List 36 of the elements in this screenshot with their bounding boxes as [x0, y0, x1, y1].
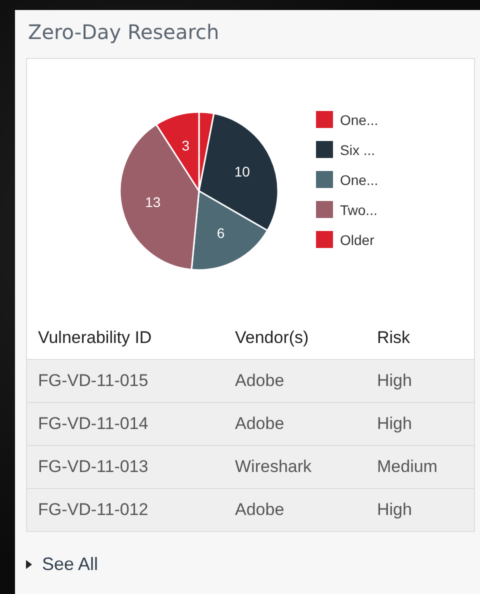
- slice-label: 3: [182, 138, 190, 154]
- table-cell: FG-VD-11-014: [38, 414, 148, 434]
- table-cell: High: [377, 500, 412, 520]
- table-cell: High: [377, 371, 412, 391]
- table-cell: Adobe: [235, 371, 284, 391]
- table-cell: Wireshark: [235, 457, 312, 477]
- legend-swatch: [316, 111, 333, 128]
- table-row[interactable]: FG-VD-11-015 Adobe High: [27, 359, 474, 402]
- legend-label: Six ...: [340, 142, 376, 158]
- legend-label: Two...: [340, 202, 378, 218]
- legend-swatch: [316, 201, 333, 218]
- table-row[interactable]: FG-VD-11-012 Adobe High: [27, 488, 474, 531]
- legend-swatch: [316, 231, 333, 248]
- table-cell: FG-VD-11-015: [38, 371, 148, 391]
- panel-title: Zero-Day Research: [28, 20, 220, 44]
- table-cell: FG-VD-11-012: [38, 500, 148, 520]
- column-header: Vendor(s): [235, 328, 309, 348]
- slice-label: 10: [234, 163, 250, 180]
- legend-swatch: [316, 141, 333, 158]
- table-cell: Adobe: [235, 414, 284, 434]
- table-cell: Adobe: [235, 500, 284, 520]
- legend-label: One...: [340, 112, 378, 128]
- table-row[interactable]: FG-VD-11-013 Wireshark Medium: [27, 445, 474, 488]
- table-cell: Medium: [377, 457, 438, 477]
- table-row[interactable]: FG-VD-11-014 Adobe High: [27, 402, 474, 445]
- legend-label: One...: [340, 172, 378, 188]
- slice-label: 6: [216, 225, 225, 242]
- table-cell: FG-VD-11-013: [38, 457, 148, 477]
- table-cell: High: [377, 414, 412, 434]
- column-header: Risk: [377, 328, 410, 348]
- see-all-link[interactable]: See All: [26, 554, 98, 575]
- slice-label: 13: [145, 194, 161, 210]
- triangle-icon: [26, 560, 32, 569]
- legend-swatch: [316, 171, 333, 188]
- column-header: Vulnerability ID: [38, 328, 152, 348]
- legend-label: Older: [340, 232, 374, 248]
